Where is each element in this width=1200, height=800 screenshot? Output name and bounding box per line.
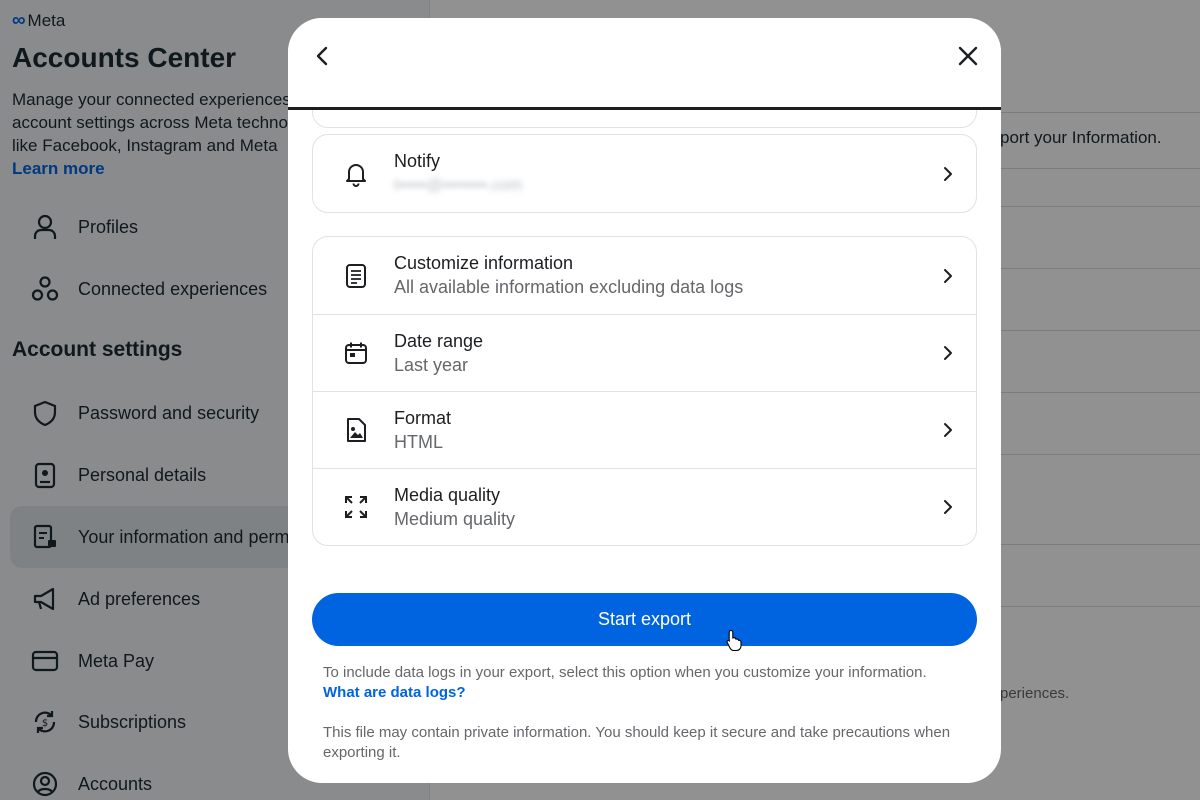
chevron-right-icon [940,499,956,515]
customize-information-row[interactable]: Customize information All available info… [313,237,976,314]
option-text: Date range Last year [394,329,483,378]
option-value: Medium quality [394,509,516,529]
data-logs-note-text: To include data logs in your export, sel… [323,664,927,681]
option-value: HTML [394,432,443,452]
option-text: Media quality Medium quality [394,483,515,532]
back-button[interactable] [306,40,338,72]
document-list-icon [343,263,369,289]
format-row[interactable]: Format HTML [313,391,976,468]
option-value: Last year [394,355,469,375]
expand-icon [343,494,369,520]
chevron-right-icon [940,422,956,438]
chevron-right-icon [940,268,956,284]
privacy-note: This file may contain private informatio… [323,724,951,761]
option-text: Format HTML [394,406,451,455]
back-arrow-icon [316,46,328,66]
what-are-data-logs-link[interactable]: What are data logs? [323,684,466,701]
media-quality-row[interactable]: Media quality Medium quality [313,468,976,545]
notify-text: Notify t•••••@••••••••.com [394,149,522,198]
notify-card: Notify t•••••@••••••••.com [312,134,977,213]
export-options-card: Customize information All available info… [312,236,977,546]
notify-email-value: t•••••@••••••••.com [394,177,523,194]
option-title: Customize information [394,253,574,273]
chevron-right-icon [940,166,956,182]
data-logs-note: To include data logs in your export, sel… [323,663,963,703]
option-text: Customize information All available info… [394,251,743,300]
option-title: Media quality [394,485,501,505]
option-title: Format [394,408,452,428]
file-image-icon [343,417,369,443]
chevron-right-icon [940,345,956,361]
close-icon [958,46,978,66]
option-title: Date range [394,331,484,351]
hand-pointer-cursor-icon [726,629,742,651]
notify-title: Notify [394,151,441,171]
option-value: All available information excluding data… [394,277,744,297]
close-button[interactable] [952,40,984,72]
notify-row[interactable]: Notify t•••••@••••••••.com [313,135,976,212]
calendar-icon [343,340,369,366]
export-dialog: Notify t•••••@••••••••.com Customize inf… [288,18,1001,783]
start-export-button[interactable]: Start export [312,593,977,646]
dialog-header [288,18,1001,110]
date-range-row[interactable]: Date range Last year [313,314,976,391]
bell-icon [343,161,369,187]
